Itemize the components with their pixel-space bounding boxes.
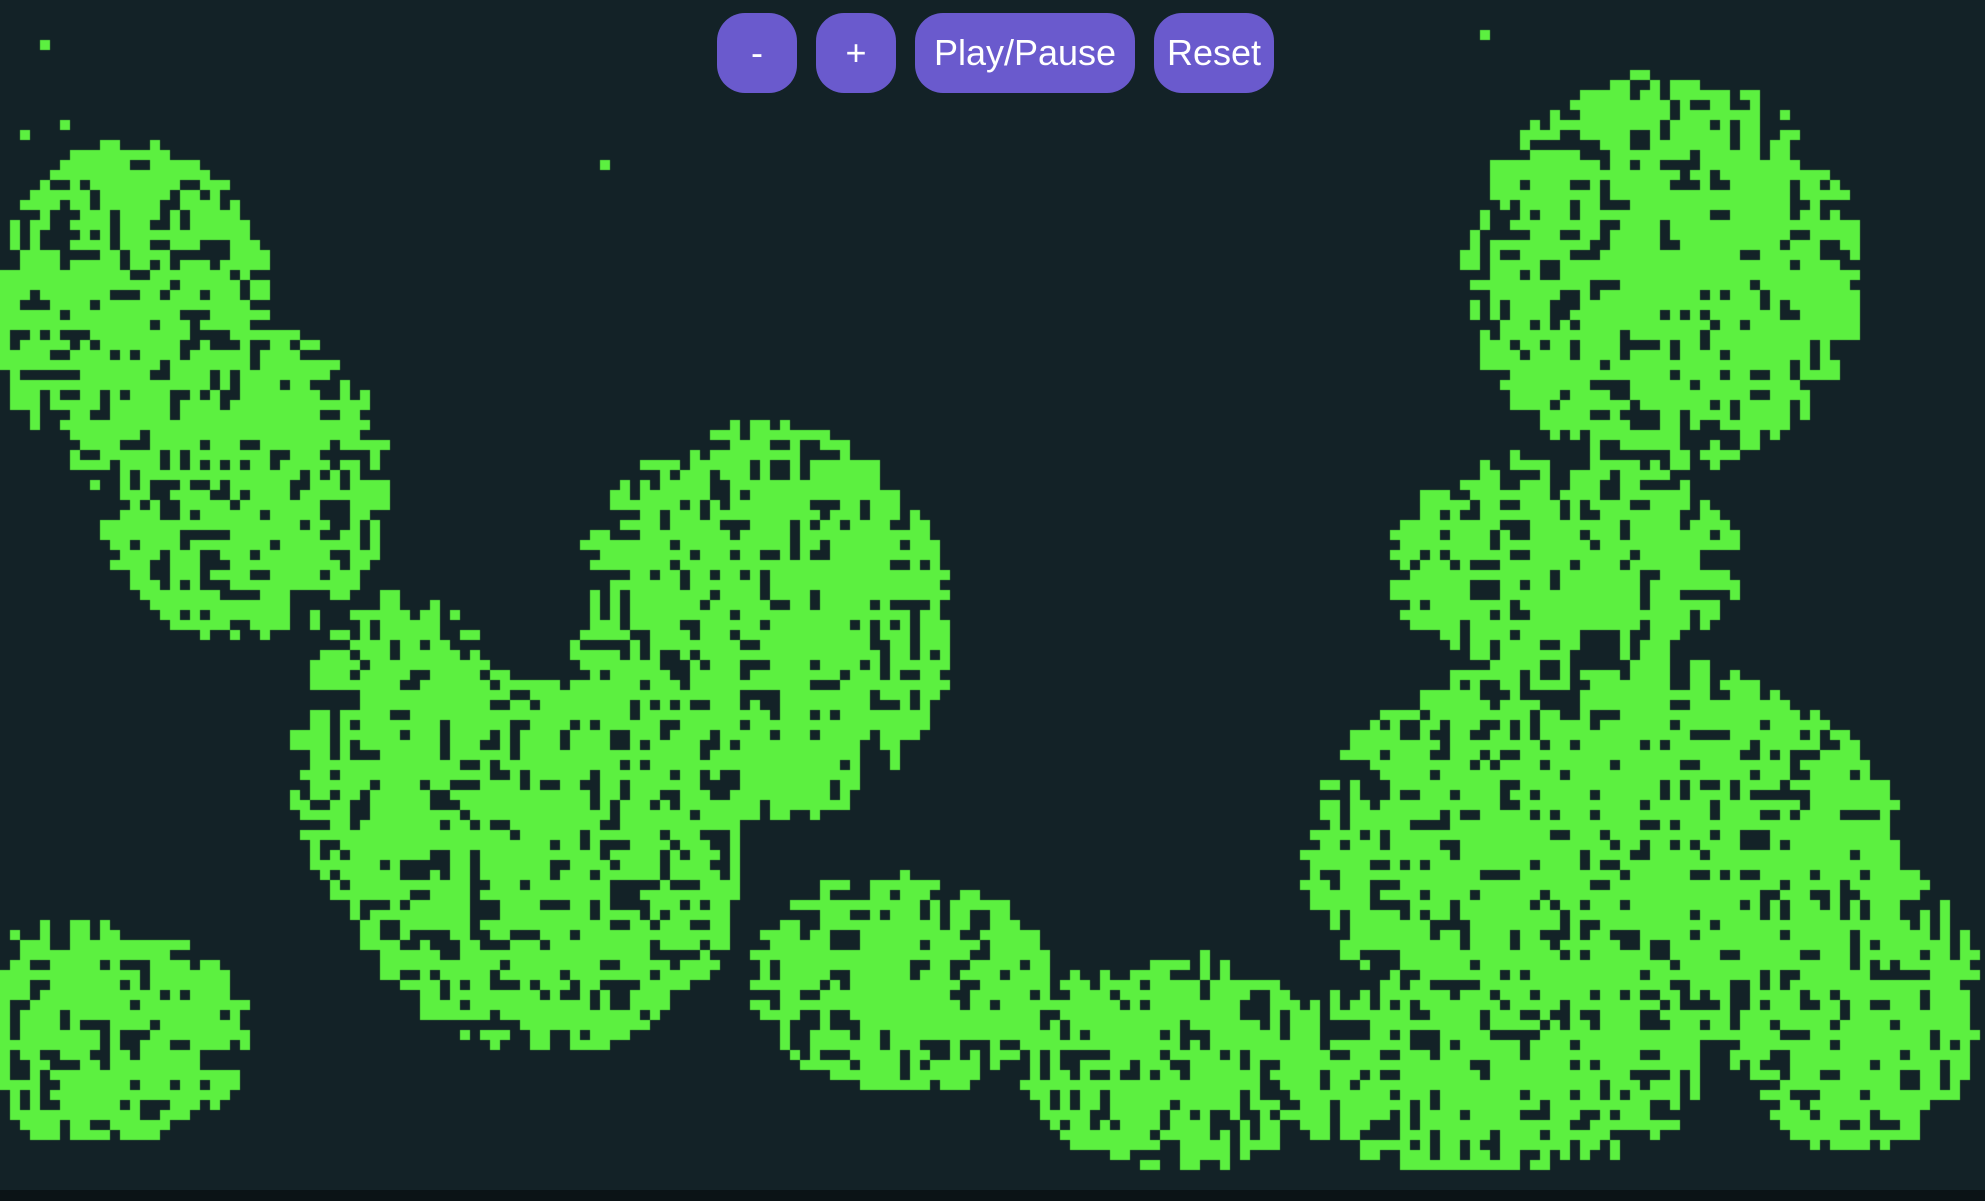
bottom-edge xyxy=(0,1190,1985,1201)
play-pause-button[interactable]: Play/Pause xyxy=(915,13,1135,93)
reset-button[interactable]: Reset xyxy=(1154,13,1274,93)
game-of-life-stage: - + Play/Pause Reset xyxy=(0,0,1985,1201)
life-grid-canvas[interactable] xyxy=(0,0,1985,1201)
control-bar: - + Play/Pause Reset xyxy=(717,13,1274,93)
increase-speed-button[interactable]: + xyxy=(816,13,896,93)
decrease-speed-button[interactable]: - xyxy=(717,13,797,93)
